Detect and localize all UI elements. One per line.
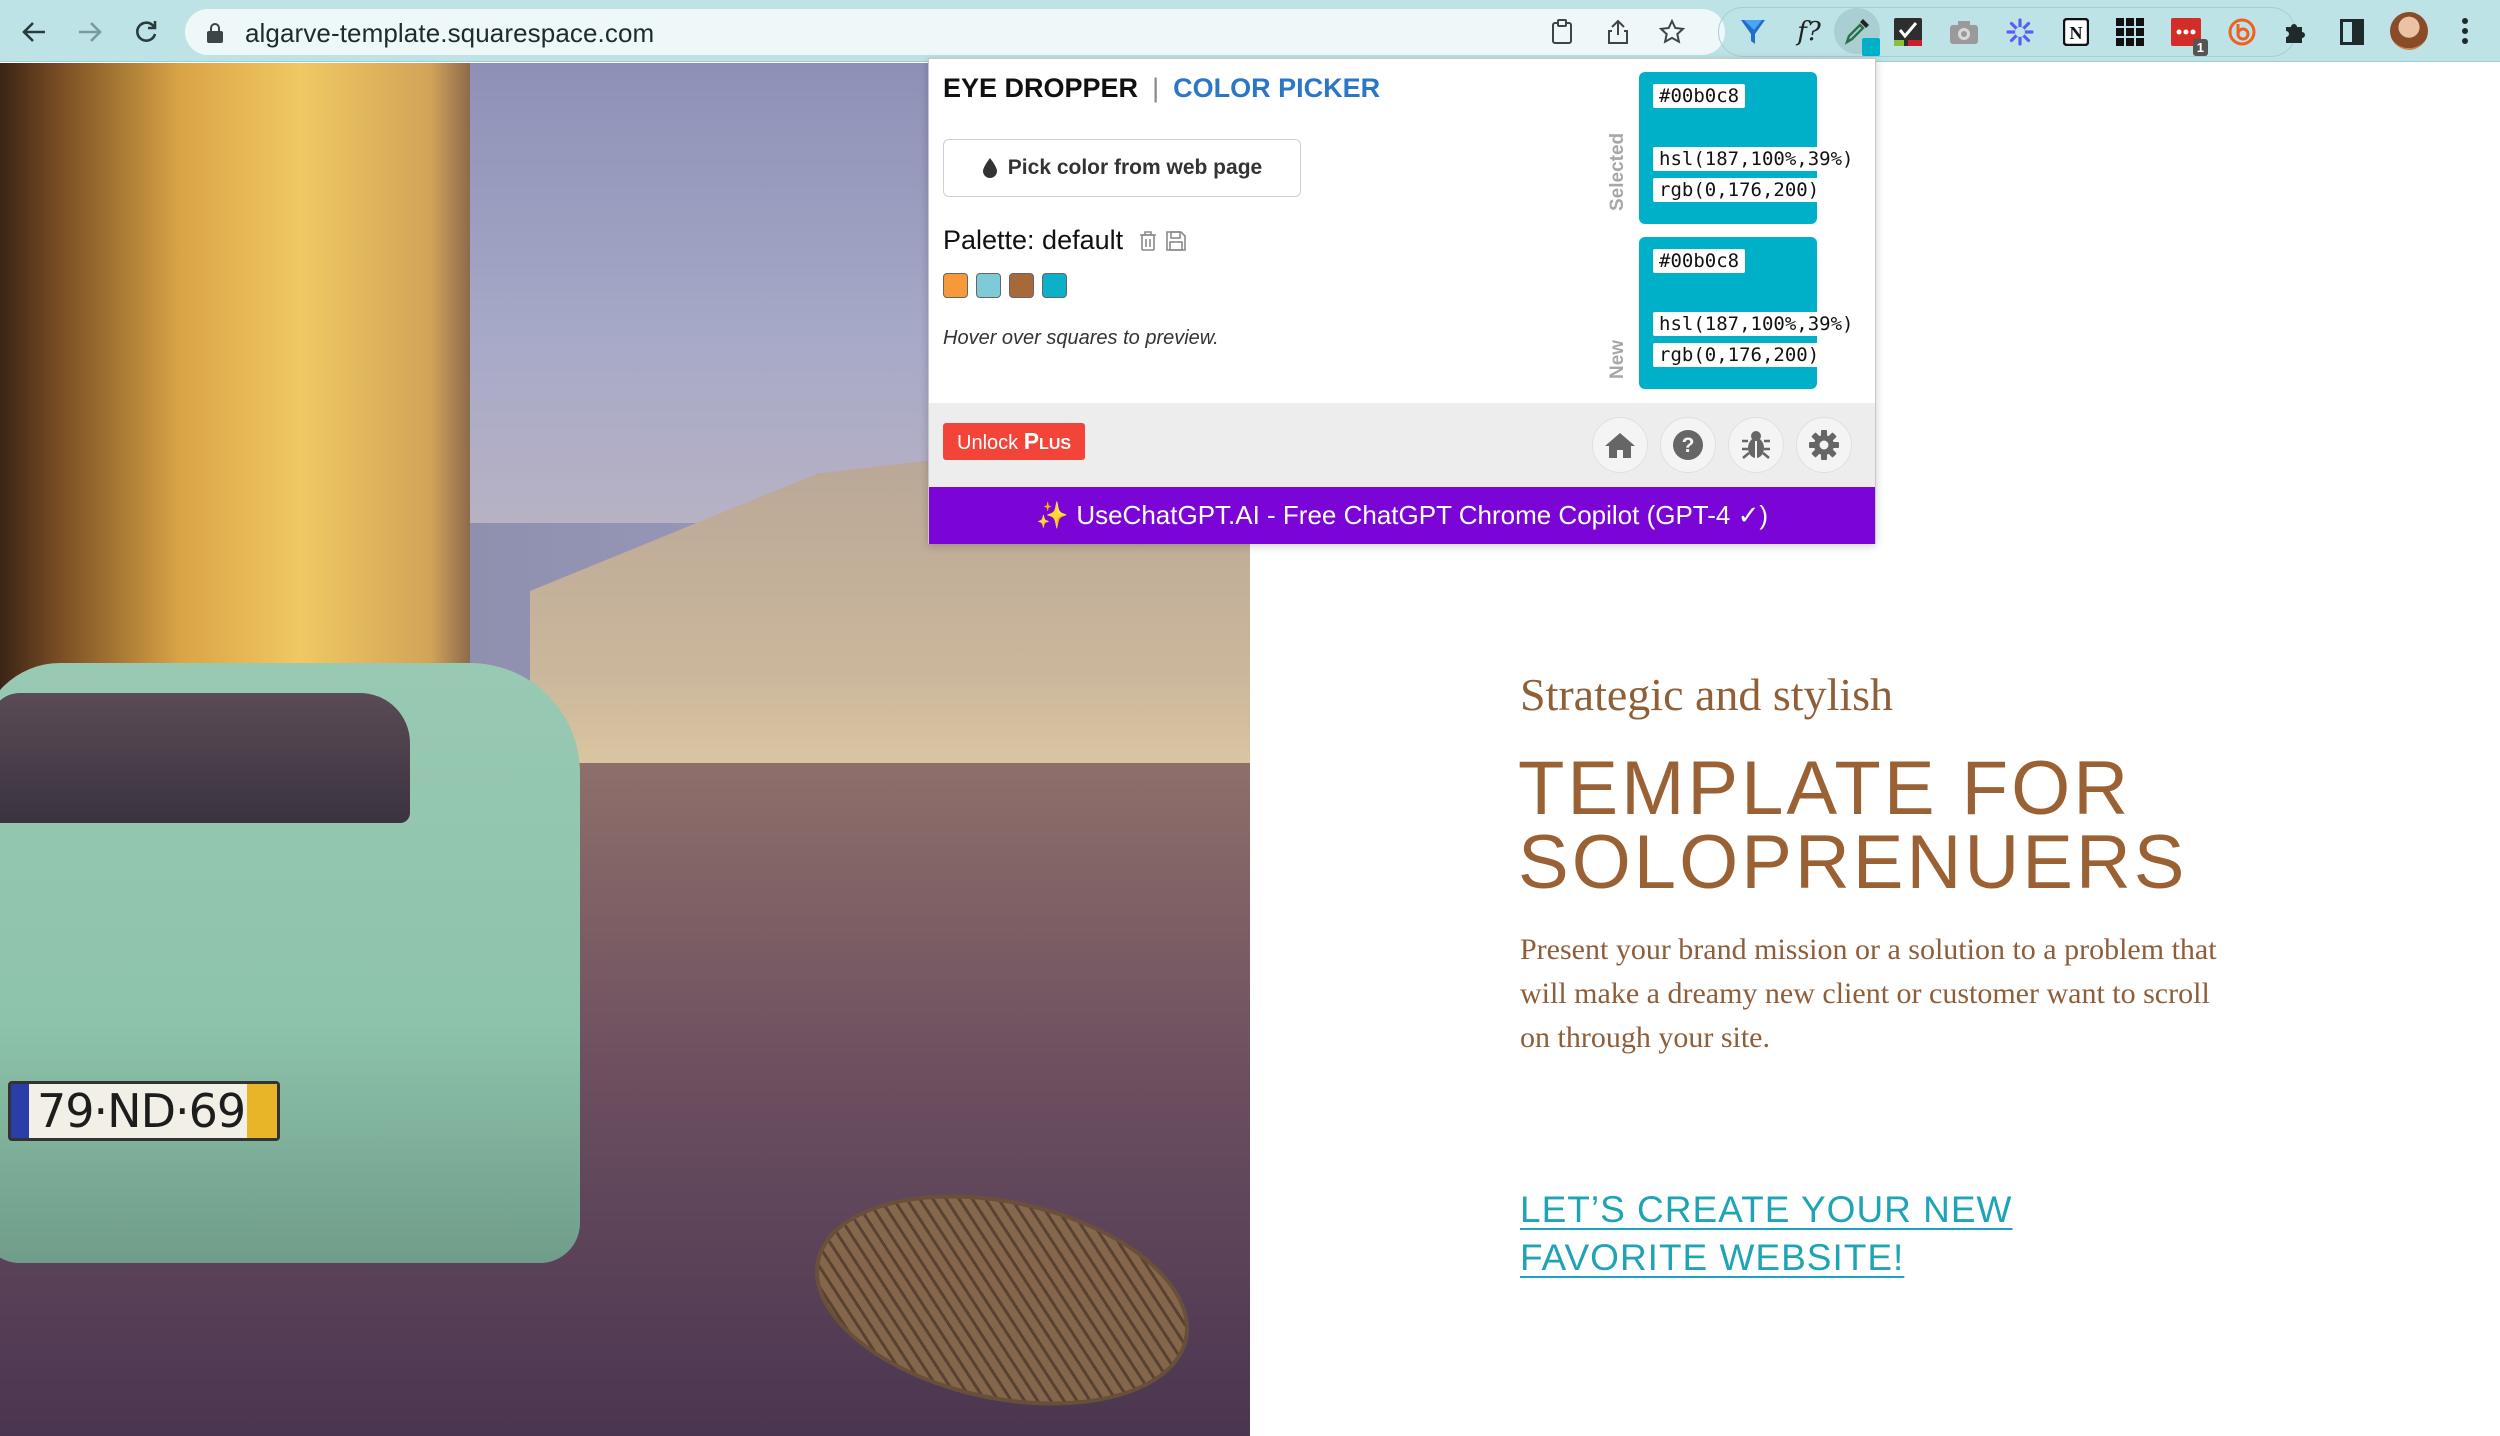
notification-badge: 1	[2192, 39, 2208, 56]
asterisk-extension[interactable]	[2000, 12, 2040, 52]
extensions-menu-button[interactable]	[2276, 12, 2316, 52]
bookmark-star-icon[interactable]	[1657, 17, 1687, 47]
grid-extension[interactable]	[2110, 12, 2150, 52]
headline: TEMPLATE FOR SOLOPRENUERS	[1518, 746, 2188, 905]
bitly-icon	[2228, 18, 2256, 46]
svg-text:?: ?	[1682, 434, 1695, 457]
selected-color-panel: #00b0c8 hsl(187,100%,39%) rgb(0,176,200)	[1639, 72, 1860, 224]
back-button[interactable]	[14, 12, 54, 52]
home-button[interactable]	[1592, 417, 1648, 473]
asterisk-icon	[2006, 18, 2034, 46]
license-plate: 79·ND·69	[8, 1081, 280, 1141]
unlock-label: Unlock	[957, 432, 1024, 454]
reload-button[interactable]	[126, 12, 166, 52]
save-icon[interactable]	[1165, 229, 1187, 253]
new-rgb[interactable]: rgb(0,176,200)	[1653, 343, 1826, 367]
font-question-icon: f?	[1797, 17, 1821, 47]
bug-icon	[1742, 431, 1770, 459]
trash-icon[interactable]	[1137, 229, 1159, 253]
popup-footer: Unlock Plus ?	[929, 403, 1875, 487]
pick-color-label: Pick color from web page	[1007, 156, 1263, 179]
profile-avatar[interactable]	[2390, 12, 2428, 50]
cta-link[interactable]: LET’S CREATE YOUR NEW FAVORITE WEBSITE!	[1520, 1186, 2080, 1282]
car-rear-window	[0, 693, 410, 823]
side-panel-icon	[2340, 19, 2364, 45]
promo-banner[interactable]: ✨ UseChatGPT.AI - Free ChatGPT Chrome Co…	[929, 487, 1875, 544]
checkmark-extension[interactable]	[1888, 12, 1928, 52]
new-hex[interactable]: #00b0c8	[1653, 249, 1746, 273]
funnel-extension[interactable]	[1733, 12, 1773, 52]
lock-icon[interactable]	[207, 23, 223, 43]
camera-icon	[1950, 21, 1978, 44]
checkmark-square-icon	[1894, 18, 1922, 46]
sparkle-icon: ✨	[1035, 500, 1069, 530]
grid-icon	[2116, 18, 2144, 46]
arrow-left-icon	[22, 22, 45, 42]
droplet-icon	[982, 158, 997, 178]
photo-vintage-car: 79·ND·69	[0, 663, 580, 1263]
browser-toolbar: algarve-template.squarespace.com f? N 1	[0, 0, 2500, 62]
selected-hsl[interactable]: hsl(187,100%,39%)	[1653, 147, 1860, 171]
tab-eye-dropper[interactable]: EYE DROPPER	[943, 73, 1138, 103]
arrow-right-icon	[79, 22, 102, 42]
notion-extension[interactable]: N	[2056, 12, 2096, 52]
camera-extension[interactable]	[1944, 12, 1984, 52]
bitly-extension[interactable]	[2222, 12, 2262, 52]
selected-label: Selected	[1607, 132, 1628, 211]
popup-tabs: EYE DROPPER | COLOR PICKER	[943, 73, 1380, 104]
selected-color-swatch	[1862, 38, 1880, 56]
help-button[interactable]: ?	[1660, 417, 1716, 473]
font-finder-extension[interactable]: f?	[1789, 12, 1829, 52]
selected-rgb[interactable]: rgb(0,176,200)	[1653, 178, 1826, 202]
help-icon: ?	[1673, 430, 1703, 460]
kebab-menu-icon[interactable]	[2455, 14, 2475, 48]
url-text[interactable]: algarve-template.squarespace.com	[245, 18, 654, 49]
puzzle-icon	[2286, 24, 2305, 43]
settings-button[interactable]	[1796, 417, 1852, 473]
plus-label: Plus	[1023, 428, 1072, 454]
clipboard-icon[interactable]	[1547, 17, 1577, 47]
reload-icon	[136, 21, 157, 42]
palette-swatch[interactable]	[976, 273, 1001, 298]
unlock-plus-button[interactable]: Unlock Plus	[943, 423, 1086, 460]
new-hsl[interactable]: hsl(187,100%,39%)	[1653, 312, 1860, 336]
settings-icon	[1809, 430, 1839, 460]
svg-text:N: N	[2070, 23, 2083, 43]
pick-color-button[interactable]: Pick color from web page	[943, 139, 1301, 197]
selected-hex[interactable]: #00b0c8	[1653, 84, 1746, 108]
forward-button[interactable]	[70, 12, 110, 52]
promo-text: UseChatGPT.AI - Free ChatGPT Chrome Copi…	[1076, 500, 1769, 530]
tab-separator: |	[1152, 73, 1160, 103]
palette-header: Palette: default	[943, 225, 1187, 256]
hover-hint: Hover over squares to preview.	[943, 327, 1219, 349]
address-bar[interactable]: algarve-template.squarespace.com	[185, 9, 1725, 55]
palette-label: Palette: default	[943, 225, 1124, 255]
palette-swatch[interactable]	[943, 273, 968, 298]
lastpass-extension[interactable]: 1	[2166, 12, 2208, 56]
share-icon[interactable]	[1603, 17, 1633, 47]
eye-dropper-popup: EYE DROPPER | COLOR PICKER Pick color from…	[928, 58, 1876, 544]
bug-report-button[interactable]	[1728, 417, 1784, 473]
funnel-icon	[1741, 20, 1765, 44]
home-icon	[1605, 433, 1635, 458]
palette-swatch[interactable]	[1009, 273, 1034, 298]
notion-icon: N	[2063, 18, 2089, 46]
palette-swatches	[943, 273, 1067, 298]
eye-dropper-extension[interactable]	[1834, 8, 1880, 56]
new-color-panel: #00b0c8 hsl(187,100%,39%) rgb(0,176,200)	[1639, 237, 1860, 389]
tab-color-picker[interactable]: COLOR PICKER	[1173, 73, 1380, 103]
side-panel-button[interactable]	[2332, 12, 2372, 52]
new-label: New	[1607, 339, 1628, 379]
palette-swatch[interactable]	[1042, 273, 1067, 298]
tagline: Strategic and stylish	[1520, 669, 1894, 720]
body-paragraph: Present your brand mission or a solution…	[1520, 933, 2217, 1054]
